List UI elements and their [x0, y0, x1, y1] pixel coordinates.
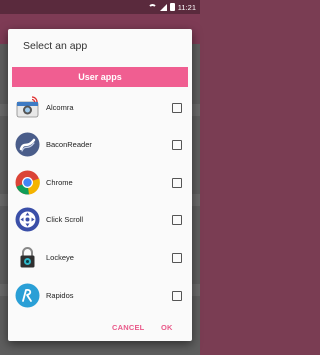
dialog-title: Select an app	[23, 40, 88, 52]
baconreader-icon	[15, 132, 40, 157]
battery-icon	[169, 3, 175, 11]
app-checkbox[interactable]	[172, 253, 182, 263]
status-time: 11:21	[177, 2, 196, 12]
app-label: Lockeye	[46, 253, 74, 262]
chrome-icon	[15, 170, 40, 195]
app-row-chrome[interactable]: Chrome	[8, 166, 192, 202]
user-apps-header: User apps	[12, 67, 188, 87]
app-checkbox[interactable]	[172, 215, 182, 225]
ok-button[interactable]: OK	[161, 323, 173, 332]
cancel-button[interactable]: CANCEL	[112, 323, 144, 332]
app-label: BaconReader	[46, 140, 92, 149]
app-row-baconreader[interactable]: BaconReader	[8, 128, 192, 164]
click-scroll-icon	[15, 207, 40, 232]
lockeye-padlock-icon	[15, 245, 40, 270]
app-checkbox[interactable]	[172, 140, 182, 150]
app-row-click-scroll[interactable]: Click Scroll	[8, 203, 192, 239]
app-label: Chrome	[46, 178, 73, 187]
status-bar: 11:21	[0, 0, 200, 14]
app-label: Alcomra	[46, 103, 74, 112]
app-label: Click Scroll	[46, 215, 84, 224]
alcomra-camera-icon	[15, 95, 40, 120]
app-row-rapidos[interactable]: Rapidos	[8, 279, 192, 315]
cell-signal-icon	[159, 3, 167, 11]
app-row-alcomra[interactable]: Alcomra	[8, 91, 192, 127]
rapidos-icon	[15, 283, 40, 308]
app-row-lockeye[interactable]: Lockeye	[8, 241, 192, 277]
wifi-icon	[147, 3, 157, 11]
app-label: Rapidos	[46, 291, 74, 300]
select-app-dialog: Select an app User apps Alcomra BaconRea…	[8, 29, 192, 341]
app-checkbox[interactable]	[172, 291, 182, 301]
app-checkbox[interactable]	[172, 103, 182, 113]
app-checkbox[interactable]	[172, 178, 182, 188]
